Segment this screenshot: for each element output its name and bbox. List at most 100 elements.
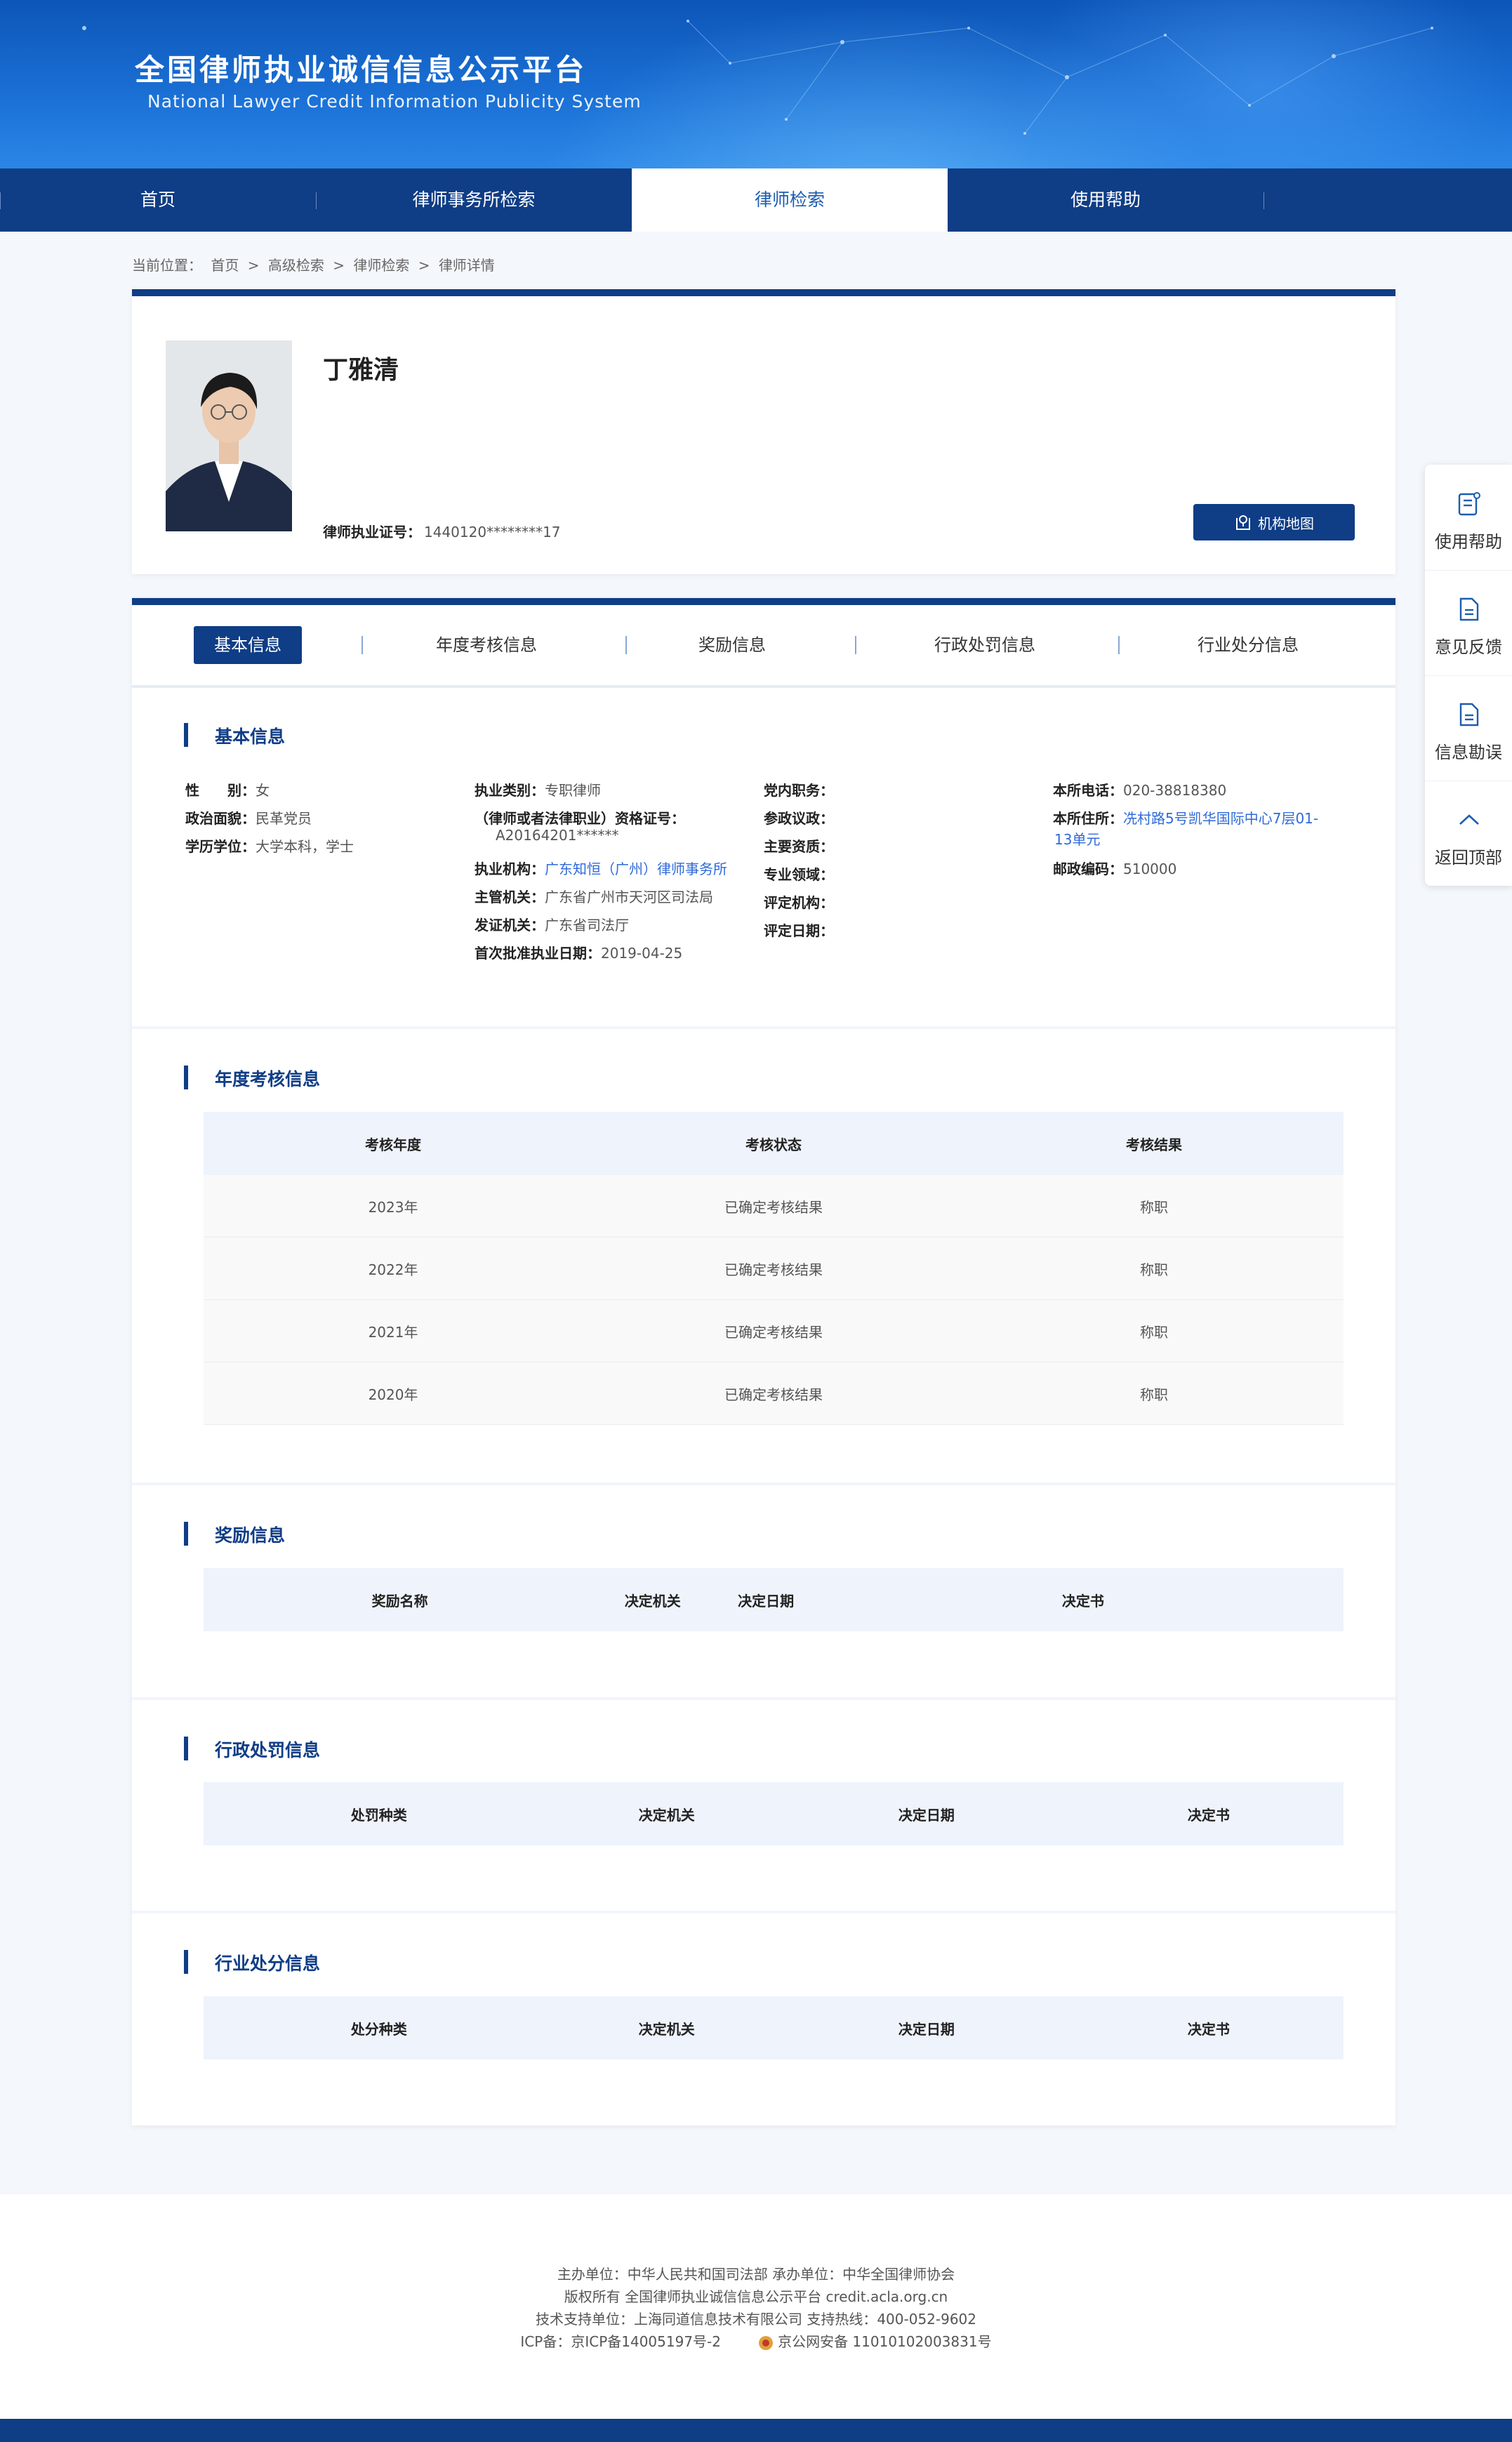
tab-annual-review[interactable]: 年度考核信息 xyxy=(413,626,560,664)
main-nav: 首页 律师事务所检索 律师检索 使用帮助 xyxy=(0,168,1512,232)
map-pin-icon xyxy=(1236,515,1250,530)
nav-home[interactable]: 首页 xyxy=(0,168,316,232)
info-firm-phone: 本所电话：020-38818380 xyxy=(1053,779,1226,799)
table-cell: 2022年 xyxy=(204,1237,583,1300)
info-authority-label: 主管机关： xyxy=(475,889,545,905)
footer-sponsor: 主办单位：中华人民共和国司法部 承办单位：中华全国律师协会 xyxy=(557,2266,955,2283)
info-qualifications: 主要资质： xyxy=(764,835,834,856)
nav-lawyer-search[interactable]: 律师检索 xyxy=(632,168,948,232)
license-row: 律师执业证号： 1440120********17 xyxy=(323,521,561,541)
info-zip-label: 邮政编码： xyxy=(1053,861,1123,877)
side-help-label: 使用帮助 xyxy=(1435,532,1502,552)
help-doc-icon xyxy=(1458,492,1480,516)
table-header: 奖励名称 xyxy=(204,1568,597,1631)
info-first-date: 首次批准执业日期：2019-04-25 xyxy=(475,942,682,962)
info-firm-address-link-cont[interactable]: 13单元 xyxy=(1054,828,1100,849)
info-org-link[interactable]: 广东知恒（广州）律师事务所 xyxy=(545,861,727,877)
info-political-participation-label: 参政议政： xyxy=(764,810,834,827)
detail-tabs: 基本信息 年度考核信息 奖励信息 行政处罚信息 行业处分信息 xyxy=(132,605,1395,688)
correction-doc-icon xyxy=(1459,703,1479,726)
side-correction-button[interactable]: 信息勘误 xyxy=(1425,675,1512,781)
table-cell: 称职 xyxy=(964,1362,1344,1425)
section-divider xyxy=(132,1026,1395,1029)
table-row: 2022年 已确定考核结果 称职 xyxy=(204,1237,1344,1300)
tab-separator xyxy=(855,636,856,654)
org-map-button[interactable]: 机构地图 xyxy=(1193,504,1355,540)
info-political-value: 民革党员 xyxy=(256,810,312,827)
table-row: 2021年 已确定考核结果 称职 xyxy=(204,1299,1344,1362)
info-education: 学历学位：大学本科，学士 xyxy=(185,835,354,856)
info-gender-label: 性 别： xyxy=(185,782,256,799)
info-firm-address: 本所住所：冼村路5号凯华国际中心7层01- xyxy=(1053,807,1318,828)
info-specialty-label: 专业领域： xyxy=(764,866,834,883)
nav-law-firm-search[interactable]: 律师事务所检索 xyxy=(316,168,632,232)
side-help-button[interactable]: 使用帮助 xyxy=(1425,465,1512,571)
table-header: 决定机关 xyxy=(554,1782,779,1845)
info-issuer: 发证机关：广东省司法厅 xyxy=(475,914,629,934)
table-cell: 2023年 xyxy=(204,1175,583,1237)
table-header: 考核年度 xyxy=(204,1112,583,1175)
tab-admin-penalty[interactable]: 行政处罚信息 xyxy=(911,626,1059,664)
info-authority-value: 广东省广州市天河区司法局 xyxy=(545,889,713,905)
info-zip: 邮政编码：510000 xyxy=(1053,858,1176,878)
side-correction-label: 信息勘误 xyxy=(1435,743,1502,762)
site-title: 全国律师执业诚信信息公示平台 xyxy=(135,53,588,87)
section-divider xyxy=(132,1697,1395,1700)
tab-industry-penalty[interactable]: 行业处分信息 xyxy=(1174,626,1322,664)
table-cell: 称职 xyxy=(964,1175,1344,1237)
annual-review-table: 考核年度 考核状态 考核结果 2023年 已确定考核结果 称职 2022年 已确… xyxy=(204,1112,1344,1425)
section-title-admin-penalty: 行政处罚信息 xyxy=(184,1737,320,1762)
breadcrumb-home[interactable]: 首页 xyxy=(211,257,239,274)
footer-record-row: ICP备：京ICP备14005197号-2 京公网安备 110101020038… xyxy=(0,2330,1512,2351)
table-header: 决定日期 xyxy=(709,1568,823,1631)
tab-basic-info[interactable]: 基本信息 xyxy=(194,626,302,664)
admin-penalty-table: 处罚种类 决定机关 决定日期 决定书 xyxy=(204,1782,1344,1845)
info-firm-address-label: 本所住所： xyxy=(1053,810,1123,827)
info-qualifications-label: 主要资质： xyxy=(764,838,834,855)
table-cell: 已确定考核结果 xyxy=(583,1237,965,1300)
breadcrumb-sep: > xyxy=(333,257,345,274)
section-title-annual: 年度考核信息 xyxy=(184,1066,320,1091)
side-back-to-top-label: 返回顶部 xyxy=(1435,848,1502,868)
info-zip-value: 510000 xyxy=(1123,861,1177,877)
table-row: 2020年 已确定考核结果 称职 xyxy=(204,1362,1344,1425)
info-firm-phone-value: 020-38818380 xyxy=(1123,782,1227,799)
footer-police-record[interactable]: 京公网安备 11010102003831号 xyxy=(778,2333,992,2350)
info-qualification-label: （律师或者法律职业）资格证号： xyxy=(475,810,685,827)
table-cell: 已确定考核结果 xyxy=(583,1362,965,1425)
info-party-position-label: 党内职务： xyxy=(764,782,834,799)
detail-card: 基本信息 年度考核信息 奖励信息 行政处罚信息 行业处分信息 基本信息 性 别：… xyxy=(132,598,1395,2125)
bottom-bar xyxy=(0,2419,1512,2442)
info-first-date-label: 首次批准执业日期： xyxy=(475,945,601,962)
info-practice-type: 执业类别：专职律师 xyxy=(475,779,601,799)
footer-icp[interactable]: ICP备：京ICP备14005197号-2 xyxy=(520,2333,721,2350)
side-feedback-label: 意见反馈 xyxy=(1435,637,1502,657)
info-qualification-label-row: （律师或者法律职业）资格证号： xyxy=(475,807,685,828)
chevron-up-icon xyxy=(1459,814,1479,825)
section-title-rewards: 奖励信息 xyxy=(184,1522,285,1547)
info-rating-date: 评定日期： xyxy=(764,920,834,940)
breadcrumb-advanced-search[interactable]: 高级检索 xyxy=(268,257,324,274)
info-gender: 性 别：女 xyxy=(185,779,270,799)
info-org-label: 执业机构： xyxy=(475,861,545,877)
info-specialty: 专业领域： xyxy=(764,863,834,884)
info-rating-date-label: 评定日期： xyxy=(764,922,834,939)
info-firm-address-link[interactable]: 冼村路5号凯华国际中心7层01- xyxy=(1123,810,1318,827)
nav-help[interactable]: 使用帮助 xyxy=(948,168,1264,232)
site-subtitle: National Lawyer Credit Information Publi… xyxy=(147,91,642,112)
info-education-label: 学历学位： xyxy=(185,838,256,855)
license-value: 1440120********17 xyxy=(424,524,561,540)
lawyer-photo xyxy=(166,340,292,531)
footer-tech-support: 技术支持单位：上海同道信息技术有限公司 支持热线：400-052-9602 xyxy=(535,2311,977,2328)
breadcrumb-sep: > xyxy=(418,257,430,274)
table-header: 决定机关 xyxy=(596,1568,710,1631)
table-header: 处罚种类 xyxy=(204,1782,555,1845)
side-back-to-top-button[interactable]: 返回顶部 xyxy=(1425,781,1512,886)
info-rating-org-label: 评定机构： xyxy=(764,894,834,911)
tab-rewards[interactable]: 奖励信息 xyxy=(687,626,778,664)
info-rating-org: 评定机构： xyxy=(764,891,834,912)
side-feedback-button[interactable]: 意见反馈 xyxy=(1425,570,1512,676)
info-issuer-value: 广东省司法厅 xyxy=(545,917,629,934)
breadcrumb-lawyer-search[interactable]: 律师检索 xyxy=(353,257,409,274)
info-first-date-value: 2019-04-25 xyxy=(601,945,683,962)
